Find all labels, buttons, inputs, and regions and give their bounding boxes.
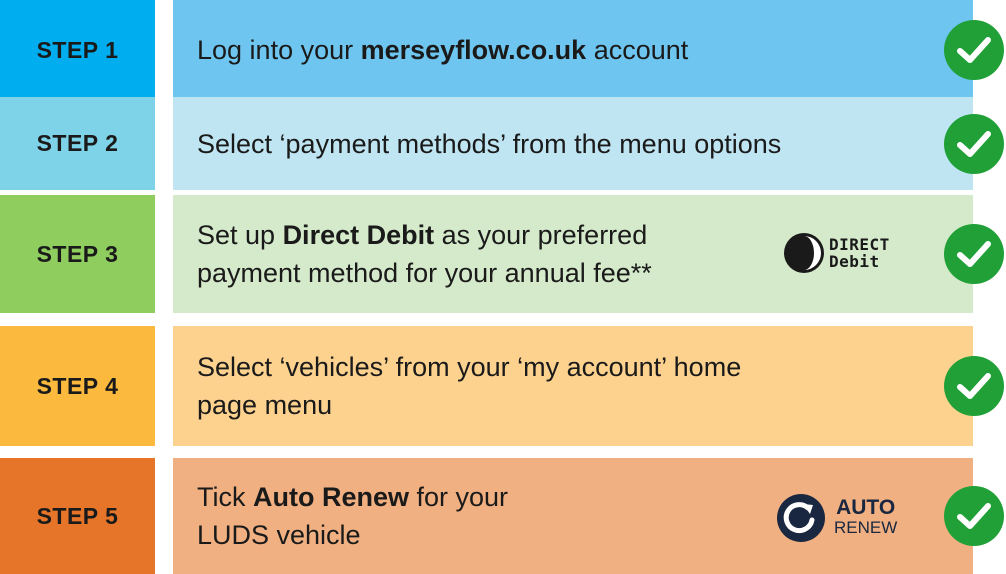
direct-debit-mark-icon — [784, 233, 824, 273]
step-row-1: STEP 1 Log into your merseyflow.co.uk ac… — [0, 0, 1006, 100]
step-5-text: Tick Auto Renew for your LUDS vehicle — [197, 478, 508, 554]
step-1-text-before: Log into your — [197, 35, 361, 65]
step-5-text-before: Tick — [197, 482, 253, 512]
auto-renew-logo: AUTO RENEW — [776, 493, 897, 543]
step-3-badge: STEP 3 — [0, 195, 155, 313]
step-4-label: STEP 4 — [36, 372, 119, 399]
step-row-2: STEP 2 Select ‘payment methods’ from the… — [0, 97, 1006, 190]
step-3-bold-text: Direct Debit — [282, 220, 435, 250]
check-circle-icon — [944, 356, 1004, 416]
step-3-text-after: as your preferred — [434, 220, 648, 250]
step-3-label: STEP 3 — [36, 240, 119, 267]
step-2-label: STEP 2 — [36, 130, 119, 156]
auto-renew-logo-line1: AUTO — [836, 496, 896, 519]
step-3-text: Set up Direct Debit as your preferred pa… — [197, 216, 652, 292]
step-1-text: Log into your merseyflow.co.uk account — [197, 31, 688, 69]
step-1-text-after: account — [586, 35, 689, 65]
step-5-badge: STEP 5 — [0, 458, 155, 574]
step-5-line-2: LUDS vehicle — [197, 520, 361, 550]
direct-debit-logo: DIRECT Debit — [783, 232, 890, 274]
step-5-text-after: for your — [409, 482, 509, 512]
step-2-badge: STEP 2 — [0, 97, 155, 190]
direct-debit-logo-line2: Debit — [829, 252, 880, 271]
step-1-content: Log into your merseyflow.co.uk account — [173, 0, 973, 100]
check-circle-icon — [944, 20, 1004, 80]
step-4-text: Select ‘vehicles’ from your ‘my account’… — [197, 348, 741, 424]
check-circle-icon — [944, 113, 1004, 174]
step-3-line-2: payment method for your annual fee** — [197, 258, 652, 288]
step-4-content: Select ‘vehicles’ from your ‘my account’… — [173, 326, 973, 446]
step-2-text: Select ‘payment methods’ from the menu o… — [197, 128, 782, 159]
step-4-line-2: page menu — [197, 390, 333, 420]
step-5-label: STEP 5 — [36, 502, 119, 529]
step-4-line-1: Select ‘vehicles’ from your ‘my account’… — [197, 352, 742, 382]
step-row-4: STEP 4 Select ‘vehicles’ from your ‘my a… — [0, 326, 1006, 446]
step-1-badge: STEP 1 — [0, 0, 155, 100]
step-2-content: Select ‘payment methods’ from the menu o… — [173, 97, 973, 190]
check-circle-icon — [944, 224, 1004, 284]
auto-renew-logo-line2: RENEW — [834, 518, 898, 537]
auto-renew-icon — [777, 494, 825, 542]
check-circle-icon — [944, 486, 1004, 546]
step-3-text-before: Set up — [197, 220, 283, 250]
step-5-bold-text: Auto Renew — [253, 482, 410, 512]
step-row-3: STEP 3 Set up Direct Debit as your prefe… — [0, 195, 1006, 313]
step-1-label: STEP 1 — [36, 36, 119, 63]
step-1-link-text: merseyflow.co.uk — [360, 35, 587, 65]
step-row-5: STEP 5 Tick Auto Renew for your LUDS veh… — [0, 458, 1006, 574]
direct-debit-logo-line1: DIRECT — [829, 235, 890, 254]
step-4-badge: STEP 4 — [0, 326, 155, 446]
